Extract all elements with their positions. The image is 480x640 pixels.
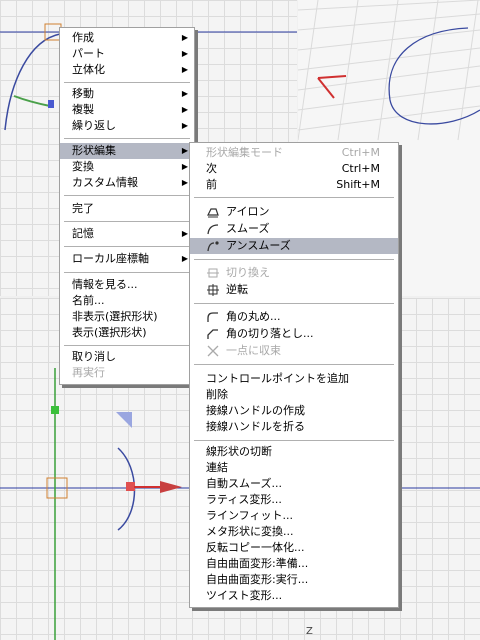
menu-item-done[interactable]: 完了	[60, 201, 194, 217]
submenu-item-converge[interactable]: 一点に収束	[190, 343, 398, 359]
submenu-item-smooth[interactable]: スムーズ	[190, 221, 398, 237]
converge-icon	[207, 345, 219, 357]
menu-item-custom-info[interactable]: カスタム情報 ▶	[60, 175, 194, 191]
submenu-item-fold-tangent-handle[interactable]: 接線ハンドルを折る	[190, 419, 398, 435]
menu-item-solidify[interactable]: 立体化 ▶	[60, 62, 194, 78]
menu-item-show-selected[interactable]: 表示(選択形状)	[60, 325, 194, 341]
submenu-arrow-icon: ▶	[181, 178, 188, 187]
menu-item-undo[interactable]: 取り消し	[60, 349, 194, 365]
menu-item-redo[interactable]: 再実行	[60, 365, 194, 381]
menu-item-memory[interactable]: 記憶 ▶	[60, 226, 194, 242]
submenu-arrow-icon: ▶	[181, 89, 188, 98]
submenu-item-create-tangent-handle[interactable]: 接線ハンドルの作成	[190, 403, 398, 419]
submenu-arrow-icon: ▶	[181, 229, 188, 238]
menu-separator	[194, 259, 394, 260]
menu-item-convert[interactable]: 変換 ▶	[60, 159, 194, 175]
submenu-arrow-icon: ▶	[181, 121, 188, 130]
submenu-item-join[interactable]: 連結	[190, 460, 398, 476]
iron-icon	[207, 208, 219, 218]
submenu-item-twist[interactable]: ツイスト変形...	[190, 588, 398, 604]
menu-separator	[64, 138, 190, 139]
menu-item-name[interactable]: 名前...	[60, 293, 194, 309]
menu-item-create[interactable]: 作成 ▶	[60, 30, 194, 46]
menu-separator	[194, 364, 394, 365]
menu-separator	[194, 440, 394, 441]
menu-separator	[64, 221, 190, 222]
menu-separator	[64, 272, 190, 273]
submenu-item-add-control-point[interactable]: コントロールポイントを追加	[190, 371, 398, 387]
submenu-item-unsmooth[interactable]: アンスムーズ	[190, 238, 398, 254]
submenu-item-auto-smooth[interactable]: 自動スムーズ...	[190, 476, 398, 492]
menu-separator	[64, 82, 190, 83]
menu-item-part[interactable]: パート ▶	[60, 46, 194, 62]
submenu-arrow-icon: ▶	[181, 162, 188, 171]
smooth-icon	[207, 224, 219, 235]
submenu-arrow-icon: ▶	[181, 33, 188, 42]
unsmooth-icon	[207, 241, 219, 252]
submenu-item-ffd-execute[interactable]: 自由曲面変形:実行...	[190, 572, 398, 588]
menu-item-hide-selected[interactable]: 非表示(選択形状)	[60, 309, 194, 325]
chamfer-icon	[207, 329, 218, 339]
submenu-item-ffd-prepare[interactable]: 自由曲面変形:準備...	[190, 556, 398, 572]
menu-item-local-axis[interactable]: ローカル座標軸 ▶	[60, 251, 194, 267]
submenu-item-chamfer[interactable]: 角の切り落とし...	[190, 326, 398, 342]
switch-icon	[207, 268, 219, 278]
menu-separator	[64, 195, 190, 196]
submenu-item-next[interactable]: 次 Ctrl+M	[190, 161, 398, 177]
z-axis-label: Z	[306, 626, 313, 637]
submenu-item-round-corner[interactable]: 角の丸め...	[190, 309, 398, 325]
submenu-item-cut-line[interactable]: 線形状の切断	[190, 444, 398, 460]
submenu-item-shape-edit-mode[interactable]: 形状編集モード Ctrl+M	[190, 145, 398, 161]
submenu-arrow-icon: ▶	[181, 254, 188, 263]
submenu-item-line-fit[interactable]: ラインフィット...	[190, 508, 398, 524]
menu-item-view-info[interactable]: 情報を見る...	[60, 277, 194, 293]
submenu-arrow-icon: ▶	[181, 146, 188, 155]
shape-edit-submenu: 形状編集モード Ctrl+M 次 Ctrl+M 前 Shift+M アイロン スムーズ…	[189, 142, 399, 608]
submenu-item-iron[interactable]: アイロン	[190, 204, 398, 220]
menu-separator	[64, 345, 190, 346]
submenu-arrow-icon: ▶	[181, 105, 188, 114]
menu-separator	[64, 246, 190, 247]
menu-item-shape-edit[interactable]: 形状編集 ▶	[60, 143, 194, 159]
submenu-arrow-icon: ▶	[181, 65, 188, 74]
submenu-item-delete[interactable]: 削除	[190, 387, 398, 403]
menu-separator	[194, 197, 394, 198]
menu-item-repeat[interactable]: 繰り返し ▶	[60, 118, 194, 134]
context-menu: 作成 ▶ パート ▶ 立体化 ▶ 移動 ▶ 複製 ▶ 繰り返し ▶ 形状編集 ▶ 変換 ▶ カス…	[59, 27, 195, 385]
menu-separator	[194, 303, 394, 304]
submenu-item-reverse[interactable]: 逆転	[190, 282, 398, 298]
submenu-item-lattice[interactable]: ラティス変形...	[190, 492, 398, 508]
round-corner-icon	[207, 312, 218, 322]
submenu-item-convert-meta[interactable]: メタ形状に変換...	[190, 524, 398, 540]
reverse-icon	[207, 284, 219, 296]
menu-item-move[interactable]: 移動 ▶	[60, 86, 194, 102]
submenu-item-mirror-merge[interactable]: 反転コピー一体化...	[190, 540, 398, 556]
submenu-item-prev[interactable]: 前 Shift+M	[190, 177, 398, 193]
menu-item-duplicate[interactable]: 複製 ▶	[60, 102, 194, 118]
submenu-arrow-icon: ▶	[181, 49, 188, 58]
submenu-item-switch[interactable]: 切り換え	[190, 265, 398, 281]
